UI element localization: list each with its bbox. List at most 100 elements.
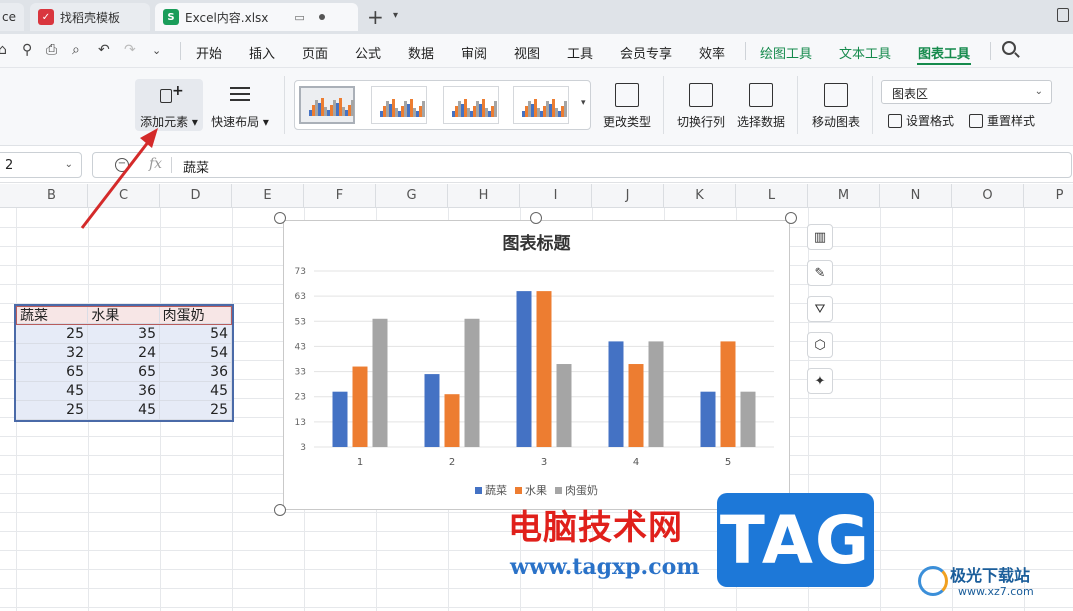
table-cell[interactable]: 35	[88, 325, 160, 344]
menu-chart-tools[interactable]: 图表工具	[918, 43, 970, 62]
tab-template[interactable]: ✓ 找稻壳模板	[30, 3, 150, 31]
tab-docer[interactable]: ce	[0, 3, 24, 31]
column-header-n[interactable]: N	[880, 184, 952, 208]
quick-layout-button[interactable]: 快速布局 ▾	[209, 83, 271, 130]
bar-肉蛋奶-3[interactable]	[556, 364, 572, 447]
print-icon[interactable]: ⎙	[46, 42, 57, 58]
table-cell[interactable]: 65	[88, 363, 160, 382]
bar-chart[interactable]: 图表标题 3 13 23 33 43 53 63 73 1 2 3 4 5 蔬菜 水果 肉蛋奶	[283, 220, 790, 510]
table-cell[interactable]: 65	[16, 363, 88, 382]
resize-handle[interactable]	[274, 212, 286, 224]
formula-input[interactable]: − fx 蔬菜	[92, 152, 1072, 178]
menu-drawing-tools[interactable]: 绘图工具	[760, 43, 812, 62]
bar-肉蛋奶-5[interactable]	[740, 391, 756, 447]
chart-style-brush-icon[interactable]: ✎	[807, 260, 833, 286]
column-header-i[interactable]: I	[520, 184, 592, 208]
chart-style-thumb-1[interactable]	[299, 86, 355, 124]
column-header-l[interactable]: L	[736, 184, 808, 208]
column-header-h[interactable]: H	[448, 184, 520, 208]
header-cell[interactable]: 水果	[88, 307, 160, 324]
column-header-k[interactable]: K	[664, 184, 736, 208]
chart-plot-area[interactable]: 3132333435363731 2 3 4 5	[284, 221, 791, 511]
menu-home[interactable]: 开始	[196, 43, 222, 62]
column-header-e[interactable]: E	[232, 184, 304, 208]
select-data-button[interactable]: 选择数据	[736, 83, 786, 130]
bar-蔬菜-2[interactable]	[424, 374, 440, 447]
chart-style-thumb-4[interactable]	[513, 86, 569, 124]
function-icon[interactable]: fx	[149, 156, 162, 172]
table-cell[interactable]: 25	[160, 401, 232, 420]
table-cell[interactable]: 36	[160, 363, 232, 382]
table-cell[interactable]: 24	[88, 344, 160, 363]
bar-蔬菜-5[interactable]	[700, 391, 716, 447]
restore-window-icon[interactable]	[1057, 8, 1069, 22]
chart-style-thumb-2[interactable]	[371, 86, 427, 124]
column-header-o[interactable]: O	[952, 184, 1024, 208]
reset-style-button[interactable]: 重置样式	[969, 112, 1035, 129]
header-cell[interactable]: 蔬菜	[17, 307, 89, 324]
data-table[interactable]: 蔬菜 水果 肉蛋奶 25 35 54 32 24 54 65 65 36 45 …	[14, 304, 234, 422]
bar-蔬菜-1[interactable]	[332, 391, 348, 447]
zoom-out-icon[interactable]: −	[115, 158, 129, 172]
column-header-f[interactable]: F	[304, 184, 376, 208]
new-tab-icon[interactable]: +	[367, 5, 384, 29]
monitor-icon[interactable]: ▭	[294, 11, 304, 24]
add-element-button[interactable]: + 添加元素 ▾	[135, 79, 203, 131]
column-header-d[interactable]: D	[160, 184, 232, 208]
move-chart-button[interactable]: 移动图表	[810, 83, 862, 130]
table-cell[interactable]: 45	[88, 401, 160, 420]
menu-page[interactable]: 页面	[302, 43, 328, 62]
table-cell[interactable]: 25	[16, 325, 88, 344]
tab-excel[interactable]: S Excel内容.xlsx ▭	[155, 3, 358, 31]
bar-水果-4[interactable]	[628, 364, 644, 447]
menu-data[interactable]: 数据	[408, 43, 434, 62]
table-cell[interactable]: 32	[16, 344, 88, 363]
table-cell[interactable]: 54	[160, 344, 232, 363]
header-cell[interactable]: 肉蛋奶	[159, 307, 231, 324]
chart-element-select[interactable]: 图表区 ⌄	[881, 80, 1052, 104]
menu-view[interactable]: 视图	[514, 43, 540, 62]
resize-handle[interactable]	[274, 504, 286, 516]
chart-magic-icon[interactable]: ✦	[807, 368, 833, 394]
chart-legend[interactable]: 蔬菜 水果 肉蛋奶	[284, 482, 789, 498]
undo-icon[interactable]: ↶	[98, 42, 110, 58]
menu-member[interactable]: 会员专享	[620, 43, 672, 62]
table-cell[interactable]: 36	[88, 382, 160, 401]
chart-style-thumb-3[interactable]	[443, 86, 499, 124]
menu-text-tools[interactable]: 文本工具	[839, 43, 891, 62]
name-box[interactable]: 2 ⌄	[0, 152, 82, 178]
menu-tools[interactable]: 工具	[567, 43, 593, 62]
column-header-b[interactable]: B	[16, 184, 88, 208]
bar-肉蛋奶-4[interactable]	[648, 341, 664, 447]
chevron-down-icon[interactable]: ⌄	[152, 44, 161, 57]
bar-肉蛋奶-1[interactable]	[372, 318, 388, 447]
bar-蔬菜-3[interactable]	[516, 291, 532, 447]
search-icon[interactable]	[1002, 41, 1016, 55]
home-icon[interactable]: ⌂	[0, 42, 7, 58]
column-header-c[interactable]: C	[88, 184, 160, 208]
menu-efficiency[interactable]: 效率	[699, 43, 725, 62]
column-header-m[interactable]: M	[808, 184, 880, 208]
chart-elements-icon[interactable]: ▥	[807, 224, 833, 250]
preview-icon[interactable]: ⌕	[72, 42, 80, 58]
table-cell[interactable]: 45	[16, 382, 88, 401]
link-icon[interactable]: ⚲	[22, 42, 32, 58]
chart-style-gallery[interactable]	[294, 80, 591, 130]
table-cell[interactable]: 54	[160, 325, 232, 344]
resize-handle[interactable]	[530, 212, 542, 224]
redo-icon[interactable]: ↷	[124, 42, 136, 58]
chart-filter-icon[interactable]: ⛛	[807, 296, 833, 322]
menu-review[interactable]: 审阅	[461, 43, 487, 62]
menu-insert[interactable]: 插入	[249, 43, 275, 62]
bar-水果-5[interactable]	[720, 341, 736, 447]
table-cell[interactable]: 45	[160, 382, 232, 401]
column-header-j[interactable]: J	[592, 184, 664, 208]
chart-settings-icon[interactable]: ⬡	[807, 332, 833, 358]
change-type-button[interactable]: 更改类型	[601, 83, 653, 130]
bar-水果-3[interactable]	[536, 291, 552, 447]
chevron-down-icon[interactable]: ▾	[393, 10, 398, 21]
bar-肉蛋奶-2[interactable]	[464, 318, 480, 447]
set-format-button[interactable]: 设置格式	[888, 112, 954, 129]
table-cell[interactable]: 25	[16, 401, 88, 420]
bar-水果-2[interactable]	[444, 394, 460, 447]
